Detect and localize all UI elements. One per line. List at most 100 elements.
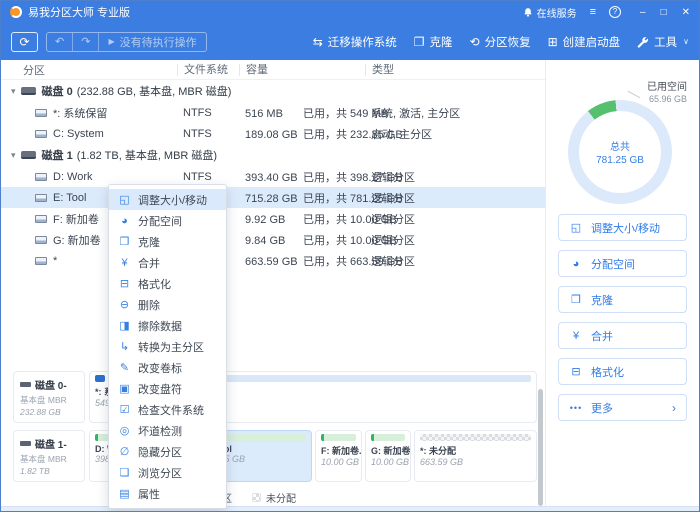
refresh-icon: ⟳ bbox=[19, 35, 29, 49]
menu-label: 检查文件系统 bbox=[138, 402, 204, 418]
main-panel: 分区 文件系统 容量 类型 ▾ 磁盘 0 (232.88 GB, 基本盘, MB… bbox=[1, 60, 545, 506]
menu-item-change-label[interactable]: ✎ 改变卷标 bbox=[109, 357, 226, 378]
table-row[interactable]: D: Work NTFS 393.40 GB已用，共 398.17 GB 逻辑分… bbox=[1, 166, 545, 187]
properties-icon: ▤ bbox=[118, 487, 131, 500]
button-label: 格式化 bbox=[591, 364, 624, 380]
minimize-button[interactable]: – bbox=[640, 7, 646, 18]
block-size: 10.00 GB bbox=[371, 457, 405, 467]
table-row-selected[interactable]: E: Tool 715.28 GB已用，共 781.25 GB 逻辑分区 bbox=[1, 187, 545, 208]
allocate-space-icon: ◕ bbox=[118, 215, 131, 227]
partition-block[interactable]: F: 新加卷... 10.00 GB bbox=[315, 430, 362, 482]
partition-label: * bbox=[53, 255, 57, 267]
allocate-space-button[interactable]: ◕分配空间 bbox=[558, 250, 687, 277]
menu-item-format[interactable]: ⊟格式化 bbox=[109, 273, 226, 294]
maximize-button[interactable]: □ bbox=[661, 7, 667, 18]
logical-partition-strip bbox=[321, 434, 356, 441]
menu-label: 删除 bbox=[138, 297, 160, 313]
button-label: 调整大小/移动 bbox=[591, 220, 660, 236]
partition-label: G: 新加卷 bbox=[53, 232, 101, 248]
table-row[interactable]: G: 新加卷 9.84 GB已用，共 10.00 GB 逻辑分区 bbox=[1, 229, 545, 250]
clone-button[interactable]: ❐ 克隆 bbox=[414, 34, 453, 50]
bootable-disk-icon: ⊞ bbox=[548, 35, 558, 49]
create-bootable-disk-button[interactable]: ⊞ 创建启动盘 bbox=[548, 34, 621, 50]
menu-item-explore-partition[interactable]: ❏浏览分区 bbox=[109, 462, 226, 483]
table-row[interactable]: C: System NTFS 189.08 GB已用，共 232.35 GB 启… bbox=[1, 123, 545, 144]
disk-map: 磁盘 0- 基本盘 MBR 232.88 GB *: 系统保留 549 MB C… bbox=[1, 371, 545, 506]
menu-item-resize-move[interactable]: ◱调整大小/移动 bbox=[109, 189, 226, 210]
partition-type: 逻辑分区 bbox=[365, 211, 545, 227]
menu-item-surface-test[interactable]: ◎坏道检测 bbox=[109, 420, 226, 441]
disk-detail: (1.82 TB, 基本盘, MBR 磁盘) bbox=[77, 147, 217, 163]
table-row[interactable]: * 663.59 GB已用，共 663.59 GB 逻辑分区 bbox=[1, 250, 545, 271]
disk-map-name: 磁盘 1- bbox=[35, 436, 67, 451]
right-sidebar: 总共 781.25 GB 已用空间 65.96 GB ◱调整大小/移动 ◕分配空… bbox=[545, 60, 699, 506]
partition-type: 启动, 主分区 bbox=[365, 126, 545, 142]
volume-icon bbox=[35, 236, 47, 244]
capacity-used: 715.28 GB bbox=[245, 193, 303, 205]
migrate-os-button[interactable]: ⇆ 迁移操作系统 bbox=[313, 34, 397, 50]
menu-item-delete[interactable]: ⊖删除 bbox=[109, 294, 226, 315]
menu-item-clone[interactable]: ❐克隆 bbox=[109, 231, 226, 252]
partition-label: C: System bbox=[53, 128, 104, 140]
menu-item-allocate-space[interactable]: ◕分配空间 bbox=[109, 210, 226, 231]
menu-label: 调整大小/移动 bbox=[138, 192, 207, 208]
disk-group-row[interactable]: ▾ 磁盘 0 (232.88 GB, 基本盘, MBR 磁盘) bbox=[1, 80, 545, 102]
resize-move-button[interactable]: ◱调整大小/移动 bbox=[558, 214, 687, 241]
col-partition: 分区 bbox=[1, 62, 177, 78]
menu-item-properties[interactable]: ▤属性 bbox=[109, 483, 226, 504]
menu-item-hide-partition[interactable]: ∅隐藏分区 bbox=[109, 441, 226, 462]
unallocated-legend-icon bbox=[252, 493, 261, 502]
chevron-right-icon: › bbox=[672, 401, 676, 415]
disk-map-size: 1.82 TB bbox=[20, 466, 78, 476]
menu-label: 合并 bbox=[138, 255, 160, 271]
bootable-disk-label: 创建启动盘 bbox=[563, 34, 621, 50]
format-button[interactable]: ⊟格式化 bbox=[558, 358, 687, 385]
context-menu: ◱调整大小/移动 ◕分配空间 ❐克隆 ¥合并 ⊟格式化 ⊖删除 ◨擦除数据 ↳转… bbox=[108, 184, 227, 509]
volume-icon bbox=[35, 194, 47, 202]
more-button[interactable]: •••更多› bbox=[558, 394, 687, 421]
close-button[interactable]: ✕ bbox=[682, 7, 690, 18]
more-icon: ••• bbox=[569, 403, 583, 413]
refresh-button[interactable]: ⟳ bbox=[11, 32, 38, 52]
menu-item-wipe-data[interactable]: ◨擦除数据 bbox=[109, 315, 226, 336]
bell-icon bbox=[523, 7, 533, 18]
menu-item-merge[interactable]: ¥合并 bbox=[109, 252, 226, 273]
menu-label: 浏览分区 bbox=[138, 465, 182, 481]
pending-operations-label: 没有待执行操作 bbox=[120, 34, 197, 50]
partition-recovery-button[interactable]: ⟲ 分区恢复 bbox=[470, 34, 531, 50]
menu-item-check-filesystem[interactable]: ☑ 检查文件系统 bbox=[109, 399, 226, 420]
change-label-icon: ✎ bbox=[118, 361, 131, 374]
check-fs-icon: ☑ bbox=[118, 403, 131, 416]
menu-label: 格式化 bbox=[138, 276, 171, 292]
capacity-used: 189.08 GB bbox=[245, 129, 303, 141]
table-row[interactable]: *: 系统保留 NTFS 516 MB已用，共 549 MB 系统, 激活, 主… bbox=[1, 102, 545, 123]
unallocated-block[interactable]: *: 未分配 663.59 GB bbox=[414, 430, 537, 482]
block-label: *: 系统保留 bbox=[95, 385, 105, 398]
disk-card[interactable]: 磁盘 0- 基本盘 MBR 232.88 GB bbox=[13, 371, 85, 423]
partition-label: E: Tool bbox=[53, 192, 86, 204]
disk-detail: (232.88 GB, 基本盘, MBR 磁盘) bbox=[77, 83, 232, 99]
menu-item-change-drive-letter[interactable]: ▣改变盘符 bbox=[109, 378, 226, 399]
filesystem-value: NTFS bbox=[177, 171, 239, 183]
redo-button[interactable]: ↷ bbox=[73, 33, 99, 51]
disk-card[interactable]: 磁盘 1- 基本盘 MBR 1.82 TB bbox=[13, 430, 85, 482]
legend-label: 未分配 bbox=[266, 490, 296, 505]
online-service-button[interactable]: 在线服务 bbox=[523, 5, 577, 20]
app-window: 易我分区大师 专业版 在线服务 ≡ ? – □ ✕ ⟳ ↶ ↷ ▶ 没有待执行操… bbox=[0, 0, 700, 512]
tools-button[interactable]: 工具 ∨ bbox=[637, 34, 689, 50]
partition-label: F: 新加卷 bbox=[53, 211, 99, 227]
undo-button[interactable]: ↶ bbox=[47, 33, 73, 51]
partition-type: 系统, 激活, 主分区 bbox=[365, 105, 545, 121]
merge-button[interactable]: ¥合并 bbox=[558, 322, 687, 349]
vertical-scrollbar[interactable] bbox=[538, 389, 543, 506]
help-icon[interactable]: ? bbox=[609, 6, 621, 18]
disk-group-row[interactable]: ▾ 磁盘 1 (1.82 TB, 基本盘, MBR 磁盘) bbox=[1, 144, 545, 166]
online-service-label: 在线服务 bbox=[537, 5, 577, 20]
table-row[interactable]: F: 新加卷 9.92 GB已用，共 10.00 GB 逻辑分区 bbox=[1, 208, 545, 229]
disk-map-size: 232.88 GB bbox=[20, 407, 78, 417]
menu-label: 改变卷标 bbox=[138, 360, 182, 376]
clone-button[interactable]: ❐克隆 bbox=[558, 286, 687, 313]
task-list-icon[interactable]: ≡ bbox=[590, 6, 596, 18]
partition-block[interactable]: G: 新加卷... 10.00 GB bbox=[365, 430, 411, 482]
menu-item-convert-to-primary[interactable]: ↳转换为主分区 bbox=[109, 336, 226, 357]
